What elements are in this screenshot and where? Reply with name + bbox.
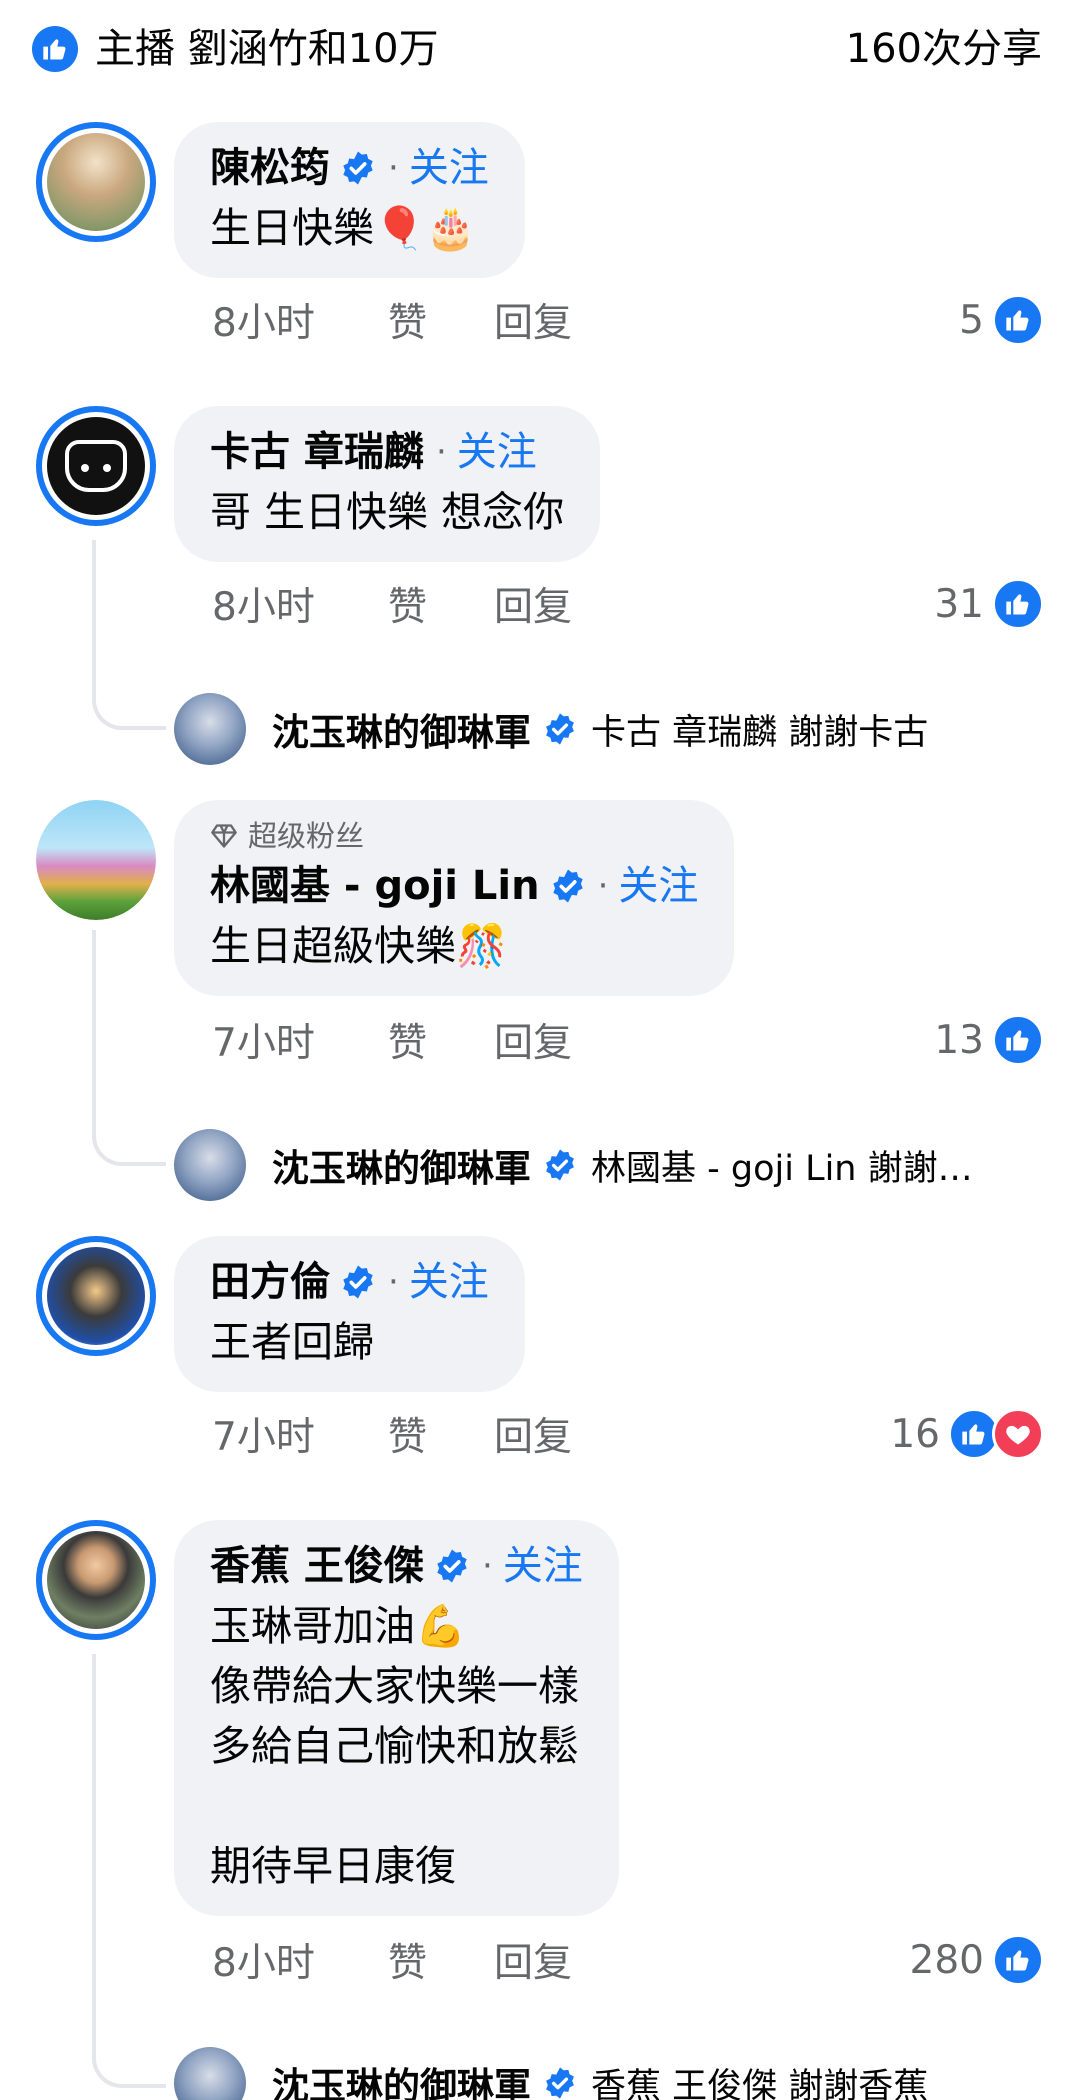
like-icon <box>32 26 78 72</box>
reply-button[interactable]: 回复 <box>494 1012 572 1068</box>
like-button[interactable]: 赞 <box>388 576 494 632</box>
reply-author[interactable]: 沈玉琳的御琳軍 <box>272 702 531 756</box>
comment-text: 生日超級快樂🎊 <box>210 922 508 970</box>
reaction-count-value: 16 <box>890 1411 940 1457</box>
like-icon <box>992 294 1044 346</box>
commenter-name[interactable]: 卡古 章瑞麟 <box>210 422 424 482</box>
follow-button[interactable]: 关注 <box>409 138 489 198</box>
comment-actions: 8小时 赞 回复 280 <box>212 1930 1052 1990</box>
avatar[interactable] <box>36 1520 156 1640</box>
verified-icon <box>550 868 586 904</box>
reply-preview[interactable]: 沈玉琳的御琳軍 香蕉 王俊傑 謝謝香蕉 <box>174 2046 1054 2100</box>
commenter-name[interactable]: 田方倫 <box>210 1252 330 1312</box>
follow-button[interactable]: 关注 <box>618 856 698 916</box>
comment-actions: 8小时 赞 回复 31 <box>212 574 1052 634</box>
badge-label: 超级粉丝 <box>248 819 365 853</box>
diamond-icon <box>210 822 238 850</box>
separator-dot: · <box>388 1262 399 1302</box>
thread-connector <box>92 1654 166 2088</box>
love-icon <box>992 1408 1044 1460</box>
comment-actions: 7小时 赞 回复 13 <box>212 1010 1052 1070</box>
reaction-count[interactable]: 13 <box>934 1010 1044 1070</box>
share-count[interactable]: 160次分享 <box>846 22 1042 76</box>
separator-dot: · <box>435 432 447 472</box>
comment-bubble[interactable]: 超级粉丝 林國基 - goji Lin · 关注 生日超級快樂🎊 <box>174 800 735 996</box>
reply-text: 卡古 章瑞麟 謝謝卡古 <box>591 712 929 753</box>
comment-time[interactable]: 8小时 <box>212 292 388 348</box>
avatar[interactable] <box>36 406 156 526</box>
reaction-count[interactable]: 16 <box>890 1404 1044 1464</box>
comment-text: 生日快樂🎈🎂 <box>210 204 477 252</box>
follow-button[interactable]: 关注 <box>503 1536 583 1596</box>
reply-avatar[interactable] <box>174 1129 246 1201</box>
reaction-count-value: 280 <box>909 1937 984 1983</box>
like-icon <box>992 578 1044 630</box>
avatar[interactable] <box>36 800 156 920</box>
reply-button[interactable]: 回复 <box>494 576 572 632</box>
comment-text: 玉琳哥加油💪 像帶給大家快樂一樣 多給自己愉快和放鬆 期待早日康復 <box>210 1602 579 1890</box>
reply-preview[interactable]: 沈玉琳的御琳軍 林國基 - goji Lin 謝謝… <box>174 1128 1054 1202</box>
follow-button[interactable]: 关注 <box>409 1252 489 1312</box>
comment-time[interactable]: 7小时 <box>212 1012 388 1068</box>
like-icon <box>992 1934 1044 1986</box>
comment-text: 哥 生日快樂 想念你 <box>210 488 565 536</box>
reply-button[interactable]: 回复 <box>494 292 572 348</box>
reply-author[interactable]: 沈玉琳的御琳軍 <box>272 1138 531 1192</box>
reactors-summary[interactable]: 主播 劉涵竹和10万 <box>95 22 439 76</box>
reaction-count[interactable]: 31 <box>934 574 1044 634</box>
commenter-name[interactable]: 香蕉 王俊傑 <box>210 1536 424 1596</box>
comment-text: 王者回歸 <box>210 1318 374 1366</box>
separator-dot: · <box>388 148 399 188</box>
avatar[interactable] <box>36 1236 156 1356</box>
verified-icon <box>340 1264 376 1300</box>
comment-time[interactable]: 7小时 <box>212 1406 388 1462</box>
reaction-count-value: 13 <box>934 1017 984 1063</box>
separator-dot: · <box>597 866 609 906</box>
thread-connector <box>92 930 166 1166</box>
verified-icon <box>340 150 376 186</box>
reply-avatar[interactable] <box>174 2047 246 2100</box>
reaction-count[interactable]: 5 <box>959 290 1044 350</box>
separator-dot: · <box>481 1546 493 1586</box>
reply-avatar[interactable] <box>174 693 246 765</box>
reactions-summary-bar: 主播 劉涵竹和10万 160次分享 <box>0 0 1080 100</box>
reaction-count-value: 5 <box>959 297 984 343</box>
verified-icon <box>543 712 577 746</box>
reply-button[interactable]: 回复 <box>494 1406 572 1462</box>
comment-actions: 7小时 赞 回复 16 <box>212 1404 1052 1464</box>
like-button[interactable]: 赞 <box>388 1932 494 1988</box>
avatar[interactable] <box>36 122 156 242</box>
like-button[interactable]: 赞 <box>388 1012 494 1068</box>
commenter-name[interactable]: 林國基 - goji Lin <box>210 856 540 916</box>
comment-bubble[interactable]: 陳松筠 · 关注 生日快樂🎈🎂 <box>174 122 525 278</box>
top-fan-badge: 超级粉丝 <box>210 816 698 856</box>
commenter-name[interactable]: 陳松筠 <box>210 138 330 198</box>
comment-bubble[interactable]: 田方倫 · 关注 王者回歸 <box>174 1236 525 1392</box>
reply-button[interactable]: 回复 <box>494 1932 572 1988</box>
comment-bubble[interactable]: 卡古 章瑞麟 · 关注 哥 生日快樂 想念你 <box>174 406 601 562</box>
comment-actions: 8小时 赞 回复 5 <box>212 290 1052 350</box>
follow-button[interactable]: 关注 <box>457 422 537 482</box>
reply-preview[interactable]: 沈玉琳的御琳軍 卡古 章瑞麟 謝謝卡古 <box>174 692 1054 766</box>
comment-bubble[interactable]: 香蕉 王俊傑 · 关注 玉琳哥加油💪 像帶給大家快樂一樣 多給自己愉快和放鬆 期… <box>174 1520 619 1916</box>
reaction-count-value: 31 <box>934 581 984 627</box>
like-button[interactable]: 赞 <box>388 292 494 348</box>
reaction-count[interactable]: 280 <box>910 1930 1044 1990</box>
like-icon <box>992 1014 1044 1066</box>
comment-time[interactable]: 8小时 <box>212 1932 388 1988</box>
comment-time[interactable]: 8小时 <box>212 576 388 632</box>
reply-text: 林國基 - goji Lin 謝謝… <box>591 1148 973 1189</box>
reply-author[interactable]: 沈玉琳的御琳軍 <box>272 2056 531 2100</box>
reply-text: 香蕉 王俊傑 謝謝香蕉 <box>591 2066 929 2100</box>
like-button[interactable]: 赞 <box>388 1406 494 1462</box>
verified-icon <box>434 1548 470 1584</box>
verified-icon <box>543 2066 577 2100</box>
verified-icon <box>543 1148 577 1182</box>
thread-connector <box>92 540 166 730</box>
